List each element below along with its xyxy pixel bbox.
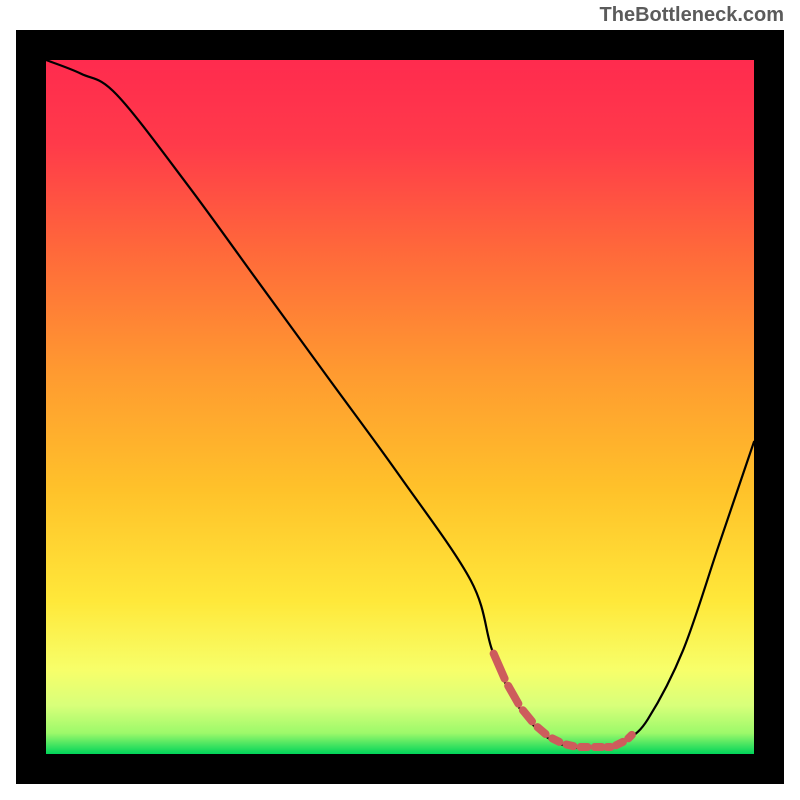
attribution-text: TheBottleneck.com <box>600 4 784 27</box>
optimal-marker <box>628 735 632 738</box>
optimal-marker <box>616 742 623 745</box>
optimal-marker <box>538 727 546 734</box>
optimal-marker <box>552 738 559 741</box>
bottleneck-chart <box>46 60 754 754</box>
optimal-marker <box>566 744 573 746</box>
chart-border <box>16 30 784 784</box>
chart-plot-area <box>46 60 754 754</box>
chart-background <box>46 60 754 754</box>
